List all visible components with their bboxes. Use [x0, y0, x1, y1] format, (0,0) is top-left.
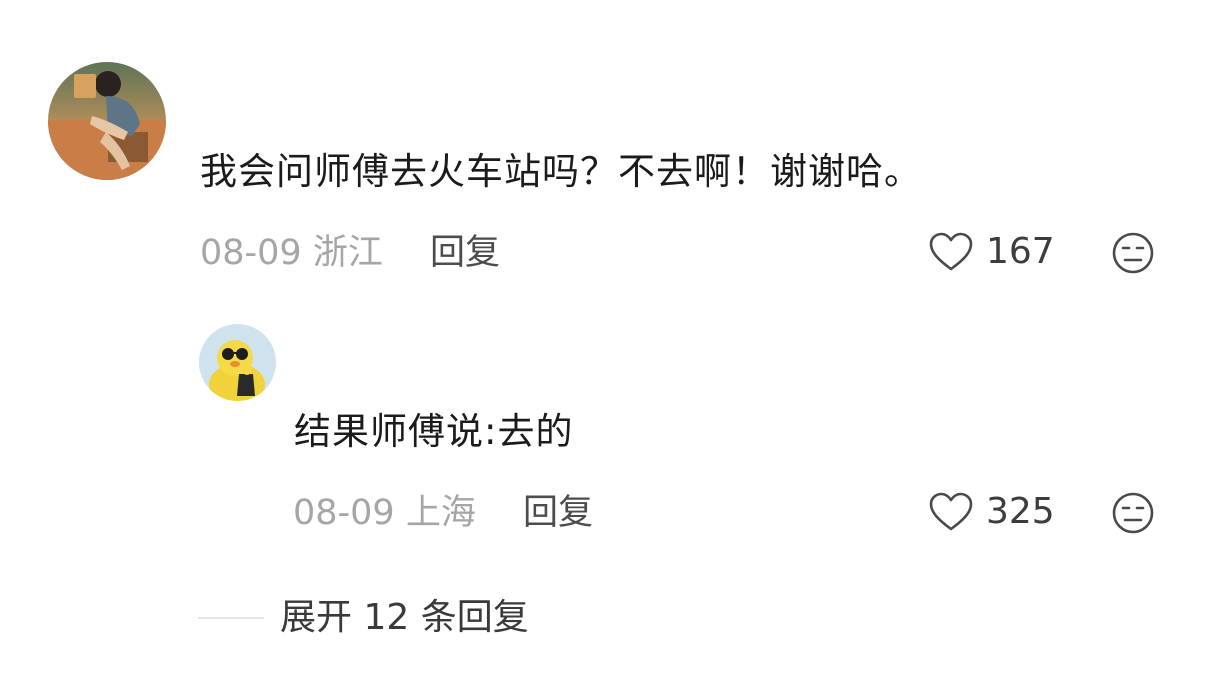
reply-date-location: 08-09 上海 [293, 493, 476, 533]
reply-emoji-button[interactable] [1111, 491, 1155, 535]
heart-outline-icon [929, 492, 973, 531]
comment-like-count: 167 [986, 231, 1055, 272]
neutral-face-icon [1112, 232, 1154, 274]
reply-avatar[interactable] [199, 324, 276, 401]
reply-like-count: 325 [986, 491, 1055, 532]
neutral-face-icon [1112, 492, 1154, 534]
comment-date-location: 08-09 浙江 [200, 233, 383, 273]
reply-text: 结果师傅说:去的 [294, 410, 574, 453]
comment-like-button[interactable]: 167 [928, 230, 1055, 274]
heart-outline-icon [929, 232, 973, 271]
avatar-photo-icon [48, 62, 166, 180]
comment-reply-button[interactable]: 回复 [430, 231, 500, 275]
comment-emoji-button[interactable] [1111, 231, 1155, 275]
avatar-duck-icon [199, 324, 276, 401]
comment-text: 我会问师傅去火车站吗？不去啊！谢谢哈。 [200, 150, 922, 193]
comment-avatar[interactable] [48, 62, 166, 180]
reply-like-button[interactable]: 325 [928, 490, 1055, 534]
expand-replies-button[interactable]: 展开 12 条回复 [198, 596, 529, 640]
reply-reply-button[interactable]: 回复 [523, 491, 593, 535]
expand-replies-label: 展开 12 条回复 [280, 597, 529, 638]
expand-divider-line [198, 617, 264, 619]
